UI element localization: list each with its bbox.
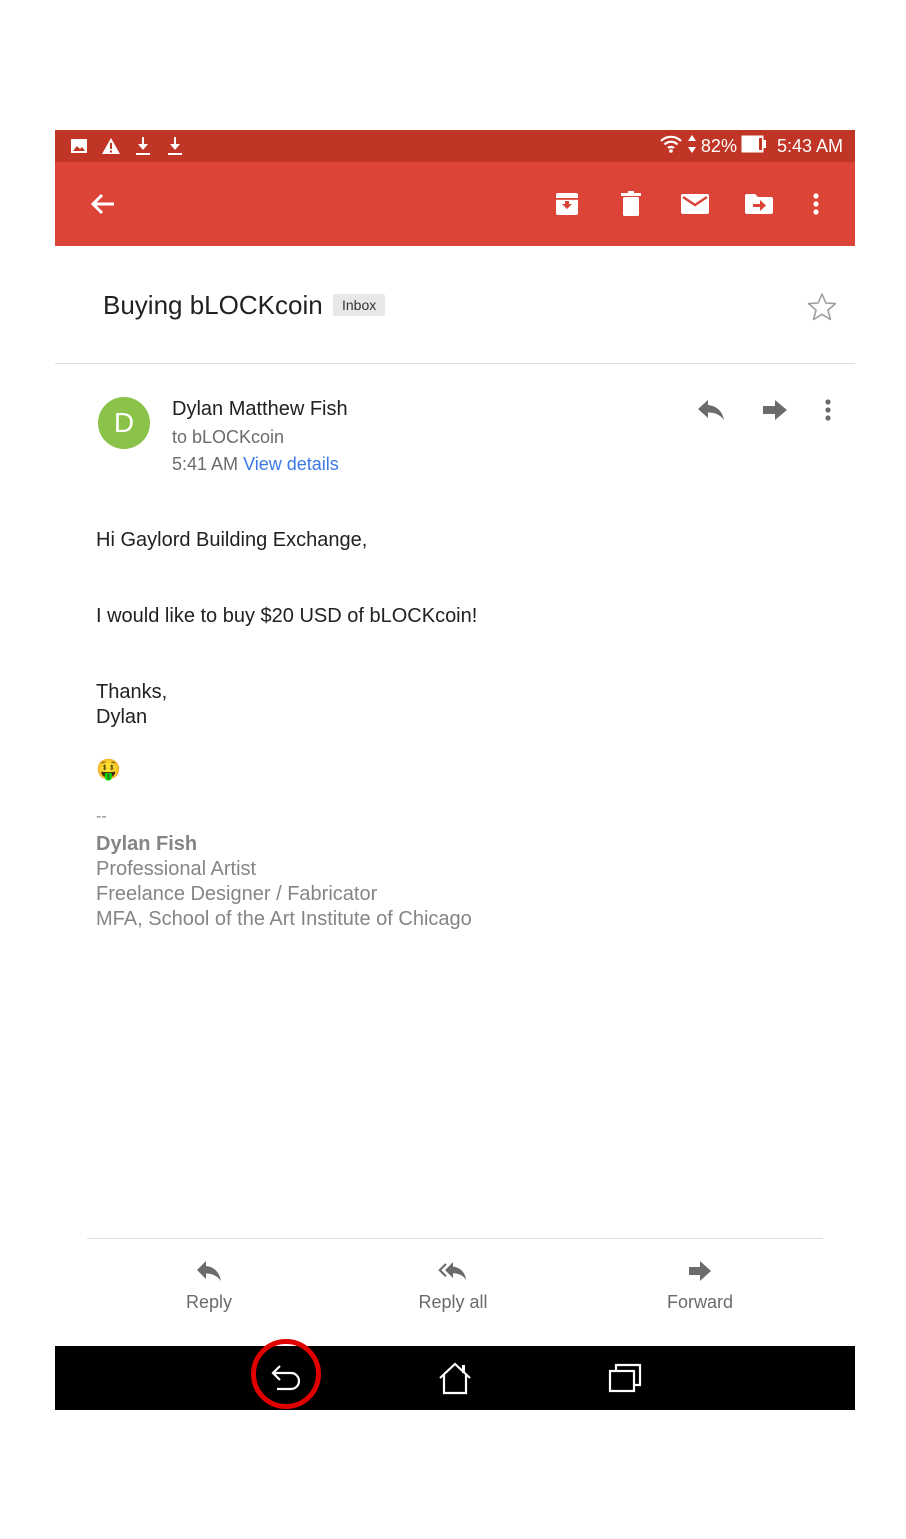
warning-icon <box>101 136 121 156</box>
nav-home-icon[interactable] <box>435 1358 475 1398</box>
signature-separator: -- <box>96 808 107 825</box>
reply-all-icon <box>438 1258 468 1284</box>
move-to-icon[interactable] <box>743 188 775 220</box>
body-request: I would like to buy $20 USD of bLOCKcoin… <box>96 605 478 627</box>
body-greeting: Hi Gaylord Building Exchange, <box>96 529 368 551</box>
forward-label: Forward <box>666 1292 733 1312</box>
system-nav-bar <box>55 1346 855 1410</box>
nav-back-icon[interactable] <box>266 1358 306 1398</box>
message-more-icon[interactable] <box>812 394 844 426</box>
body-closing-name: Dylan <box>96 706 148 728</box>
star-icon[interactable] <box>807 292 837 322</box>
archive-icon[interactable] <box>551 188 583 220</box>
battery-icon <box>741 135 767 158</box>
wifi-icon <box>659 134 683 159</box>
clock: 5:43 AM <box>776 136 843 156</box>
back-arrow-icon[interactable] <box>87 188 119 220</box>
money-mouth-emoji: 🤑 <box>96 759 121 781</box>
body-closing: Thanks, <box>96 681 168 703</box>
signature-line: Freelance Designer / Fabricator <box>96 883 378 905</box>
recipient-line: to bLOCKcoin <box>172 427 285 447</box>
device-screen: 82% 5:43 AM Buying bLOCKcoin Inbox D Dyl… <box>55 130 855 1410</box>
signature-name: Dylan Fish <box>96 833 198 855</box>
signature-line: Professional Artist <box>96 858 257 880</box>
sender-name: Dylan Matthew Fish <box>172 398 348 420</box>
timestamp-line: 5:41 AM View details <box>172 454 339 475</box>
email-subject: Buying bLOCKcoin <box>103 290 323 320</box>
app-toolbar <box>55 162 855 246</box>
reply-all-button[interactable]: Reply all <box>373 1258 533 1313</box>
reply-icon[interactable] <box>695 394 727 426</box>
nav-recents-icon[interactable] <box>605 1358 645 1398</box>
signature-line: MFA, School of the Art Institute of Chic… <box>96 908 472 930</box>
system-status: 82% 5:43 AM <box>659 134 843 159</box>
view-details-link[interactable]: View details <box>243 454 339 474</box>
image-icon <box>69 136 89 156</box>
reply-all-label: Reply all <box>418 1292 488 1312</box>
forward-icon <box>685 1258 715 1284</box>
download-icon <box>165 136 185 156</box>
subject-header: Buying bLOCKcoin Inbox <box>55 246 855 364</box>
reply-button[interactable]: Reply <box>129 1258 289 1313</box>
reply-label: Reply <box>185 1292 233 1312</box>
download-icon <box>133 136 153 156</box>
inbox-label[interactable]: Inbox <box>333 294 386 316</box>
forward-icon[interactable] <box>759 394 791 426</box>
avatar[interactable]: D <box>98 397 150 449</box>
reply-icon <box>194 1258 224 1284</box>
more-options-icon[interactable] <box>800 188 832 220</box>
delete-icon[interactable] <box>615 188 647 220</box>
notification-icons <box>69 136 185 156</box>
battery-percent: 82% <box>700 136 737 156</box>
divider <box>87 1238 823 1239</box>
message-time: 5:41 AM <box>172 454 239 474</box>
forward-button[interactable]: Forward <box>620 1258 780 1313</box>
status-bar: 82% 5:43 AM <box>55 130 855 162</box>
data-arrows-icon <box>687 134 697 159</box>
mark-unread-icon[interactable] <box>679 188 711 220</box>
